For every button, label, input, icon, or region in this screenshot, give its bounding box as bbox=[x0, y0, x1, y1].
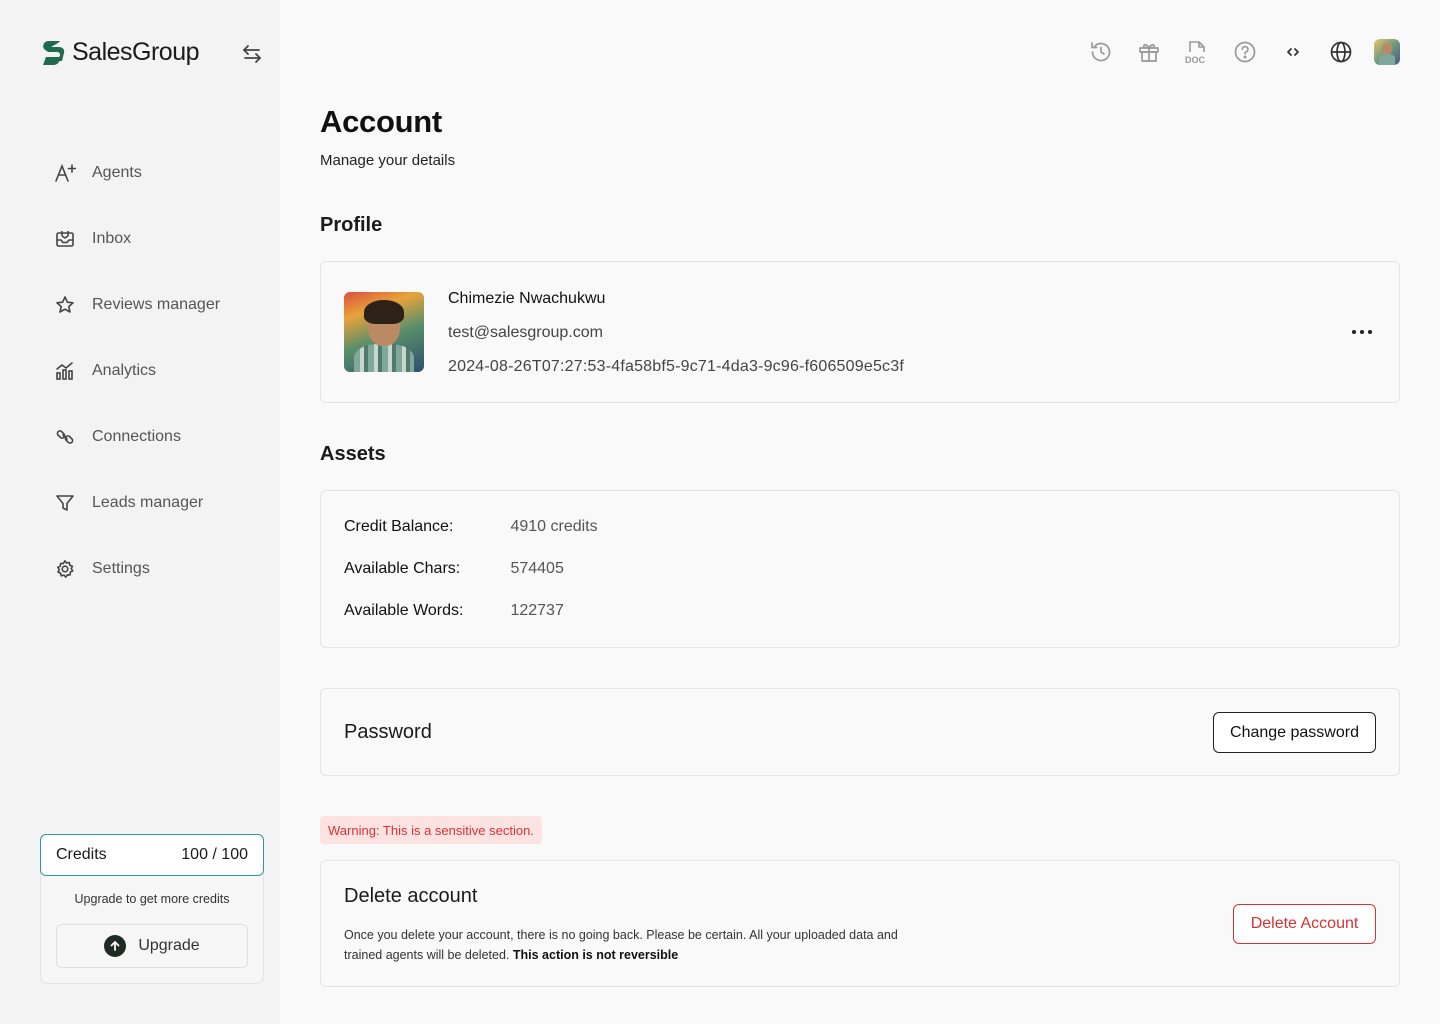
credits-meter: Credits 100 / 100 bbox=[40, 834, 264, 876]
sidebar-item-reviews-manager[interactable]: Reviews manager bbox=[40, 272, 260, 338]
sensitive-warning-badge: Warning: This is a sensitive section. bbox=[320, 816, 542, 844]
sidebar-nav: Agents Inbox Reviews manager Analytics C… bbox=[40, 140, 260, 602]
ai-sparkle-icon bbox=[54, 162, 76, 184]
profile-id: 2024-08-26T07:27:53-4fa58bf5-9c71-4da3-9… bbox=[448, 358, 904, 375]
password-title: Password bbox=[344, 721, 432, 743]
asset-row-credit-balance: Credit Balance: 4910 credits bbox=[344, 518, 598, 536]
profile-section-title: Profile bbox=[320, 214, 383, 236]
page-subtitle: Manage your details bbox=[320, 152, 456, 169]
sidebar-item-label: Reviews manager bbox=[92, 296, 221, 313]
credits-panel: Credits 100 / 100 Upgrade to get more cr… bbox=[40, 834, 264, 984]
more-options-button[interactable] bbox=[1347, 320, 1377, 344]
delete-account-title: Delete account bbox=[344, 885, 478, 907]
bar-chart-icon bbox=[54, 360, 76, 382]
delete-account-description: Once you delete your account, there is n… bbox=[344, 925, 904, 965]
asset-label: Credit Balance: bbox=[344, 518, 454, 535]
delete-emphasis-text: This action is not reversible bbox=[512, 948, 679, 962]
sidebar-item-label: Settings bbox=[92, 560, 150, 577]
change-password-button[interactable]: Change password bbox=[1213, 712, 1376, 753]
sidebar-item-leads-manager[interactable]: Leads manager bbox=[40, 470, 260, 536]
user-avatar[interactable] bbox=[1374, 39, 1400, 65]
sidebar-item-inbox[interactable]: Inbox bbox=[40, 206, 260, 272]
delete-account-card: Delete account Once you delete your acco… bbox=[320, 860, 1400, 987]
sidebar-item-label: Inbox bbox=[92, 230, 132, 247]
help-icon[interactable] bbox=[1230, 36, 1260, 68]
sidebar-item-label: Analytics bbox=[92, 362, 157, 379]
asset-value: 574405 bbox=[510, 560, 564, 577]
top-toolbar: DOC bbox=[1086, 36, 1400, 68]
dot-icon bbox=[1368, 330, 1372, 334]
doc-icon[interactable]: DOC bbox=[1182, 36, 1212, 68]
logo-icon bbox=[43, 40, 65, 65]
link-icon bbox=[54, 426, 76, 448]
sidebar-item-label: Connections bbox=[92, 428, 181, 445]
globe-icon[interactable] bbox=[1326, 36, 1356, 68]
brand-name: SalesGroup bbox=[72, 38, 200, 66]
profile-card: Chimezie Nwachukwu test@salesgroup.com 2… bbox=[320, 261, 1400, 403]
brand-logo[interactable]: SalesGroup bbox=[40, 38, 200, 67]
sidebar-item-agents[interactable]: Agents bbox=[40, 140, 260, 206]
inbox-icon bbox=[54, 228, 76, 250]
credits-label: Credits bbox=[56, 846, 107, 863]
filter-icon bbox=[54, 492, 76, 514]
sidebar: SalesGroup Agents Inbox Reviews manager bbox=[0, 0, 280, 1024]
page-title: Account bbox=[320, 104, 442, 139]
upgrade-label: Upgrade bbox=[138, 937, 200, 954]
dot-icon bbox=[1360, 330, 1364, 334]
profile-photo bbox=[344, 292, 424, 372]
svg-text:DOC: DOC bbox=[1185, 55, 1206, 65]
assets-card: Credit Balance: 4910 credits Available C… bbox=[320, 490, 1400, 648]
sidebar-item-label: Agents bbox=[92, 164, 142, 181]
swap-arrows-icon bbox=[243, 45, 261, 63]
asset-value: 122737 bbox=[510, 602, 564, 619]
gift-icon[interactable] bbox=[1134, 36, 1164, 68]
credits-note: Upgrade to get more credits bbox=[74, 892, 230, 906]
dot-icon bbox=[1352, 330, 1356, 334]
asset-row-available-words: Available Words: 122737 bbox=[344, 602, 564, 620]
history-icon[interactable] bbox=[1086, 36, 1116, 68]
star-icon bbox=[54, 294, 76, 316]
profile-name: Chimezie Nwachukwu bbox=[448, 290, 606, 307]
gear-icon bbox=[54, 558, 76, 580]
assets-section-title: Assets bbox=[320, 443, 386, 465]
upgrade-button[interactable]: Upgrade bbox=[56, 924, 248, 968]
credits-value: 100 / 100 bbox=[181, 846, 248, 863]
asset-value: 4910 credits bbox=[510, 518, 598, 535]
code-icon[interactable] bbox=[1278, 36, 1308, 68]
sidebar-item-connections[interactable]: Connections bbox=[40, 404, 260, 470]
password-card: Password Change password bbox=[320, 688, 1400, 776]
profile-email: test@salesgroup.com bbox=[448, 324, 603, 341]
asset-row-available-chars: Available Chars: 574405 bbox=[344, 560, 564, 578]
arrow-up-circle-icon bbox=[104, 935, 127, 957]
collapse-sidebar-button[interactable] bbox=[238, 40, 266, 68]
sidebar-item-label: Leads manager bbox=[92, 494, 204, 511]
asset-label: Available Words: bbox=[344, 602, 464, 619]
sidebar-item-analytics[interactable]: Analytics bbox=[40, 338, 260, 404]
sidebar-item-settings[interactable]: Settings bbox=[40, 536, 260, 602]
delete-account-button[interactable]: Delete Account bbox=[1233, 904, 1376, 944]
asset-label: Available Chars: bbox=[344, 560, 461, 577]
